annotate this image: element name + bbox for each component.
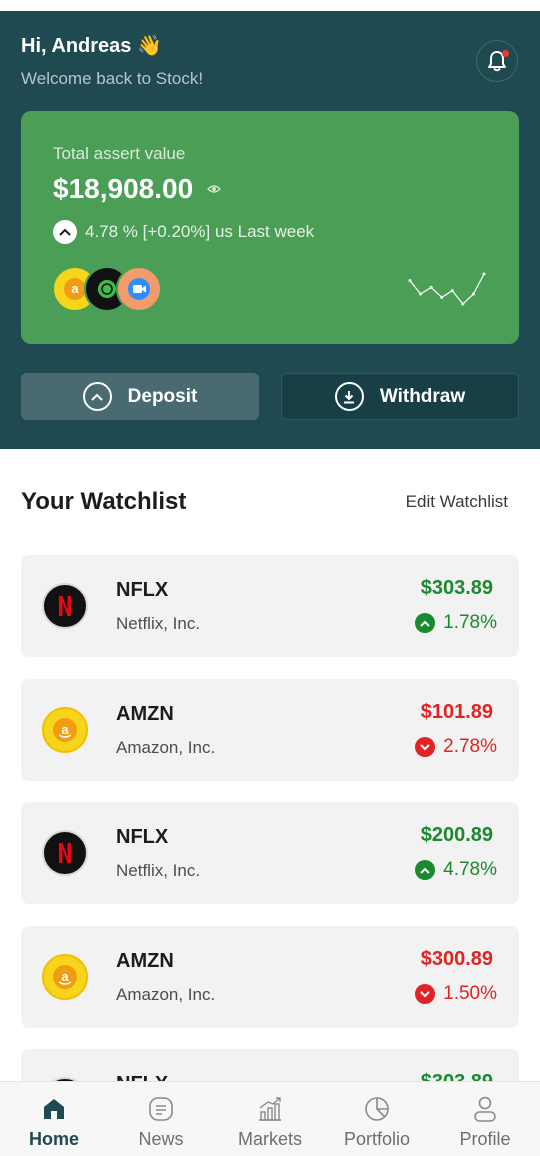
company-name: Amazon, Inc.	[116, 738, 216, 757]
sparkline-point	[471, 292, 475, 296]
company-name: Netflix, Inc.	[116, 861, 201, 880]
sparkline-point	[419, 292, 423, 296]
svg-text:a: a	[61, 969, 69, 984]
holdings-logos: a	[52, 266, 172, 314]
amazon-logo-icon: a	[42, 707, 88, 753]
stock-change: 4.78%	[415, 859, 497, 881]
chevron-up-icon	[415, 613, 436, 633]
profile-icon	[474, 1096, 496, 1122]
greeting-text: Hi, Andreas	[21, 35, 132, 57]
sparkline-point	[429, 285, 433, 289]
deposit-label: Deposit	[127, 385, 198, 407]
asset-value: $18,908.00	[53, 173, 194, 204]
wave-emoji: 👋	[137, 35, 163, 57]
asset-change: 4.78 % [+0.20%] us Last week	[53, 220, 314, 244]
stock-price: $303.89	[420, 577, 493, 599]
chevron-down-icon	[415, 984, 436, 1004]
withdraw-button[interactable]: Withdraw	[281, 373, 519, 420]
asset-change-text: 4.78 % [+0.20%] us Last week	[85, 222, 315, 241]
watchlist-row[interactable]: NFLX Netflix, Inc. $200.89 4.78%	[21, 802, 519, 904]
stock-price: $300.89	[420, 948, 493, 970]
svg-text:a: a	[71, 281, 79, 296]
notification-dot	[502, 50, 509, 57]
stock-price: $200.89	[420, 824, 493, 846]
portfolio-icon	[365, 1097, 389, 1121]
zoom-logo-icon	[116, 266, 162, 312]
home-icon	[44, 1099, 64, 1119]
edit-watchlist-link[interactable]: Edit Watchlist	[406, 492, 508, 512]
sparkline-point	[461, 302, 465, 306]
sparkline-point	[482, 272, 486, 276]
tab-news-label: News	[138, 1129, 184, 1149]
stock-price: $101.89	[420, 701, 493, 723]
stock-change-value: 1.78%	[443, 612, 497, 633]
sparkline-point	[440, 295, 444, 299]
sparkline-line	[409, 273, 485, 305]
amazon-logo-icon: a	[42, 954, 88, 1000]
watchlist-row[interactable]: a AMZN Amazon, Inc. $300.89 1.50%	[21, 926, 519, 1028]
deposit-button[interactable]: Deposit	[21, 373, 259, 420]
chevron-up-icon	[415, 860, 436, 880]
sparkline-chart	[408, 272, 486, 306]
stock-ticker: NFLX	[116, 579, 169, 601]
tab-profile-label: Profile	[459, 1129, 511, 1149]
status-strip	[0, 0, 540, 11]
deposit-icon	[82, 382, 112, 411]
header: Hi, Andreas 👋 Welcome back to Stock! Tota…	[0, 11, 540, 449]
tab-markets[interactable]: Markets	[220, 1094, 320, 1150]
svg-text:a: a	[61, 722, 69, 737]
netflix-logo-icon	[42, 830, 88, 876]
watchlist-row[interactable]: a AMZN Amazon, Inc. $101.89 2.78%	[21, 679, 519, 781]
sparkline-point	[450, 289, 454, 293]
tab-home[interactable]: Home	[4, 1094, 104, 1150]
news-icon	[149, 1097, 173, 1121]
stock-change: 1.78%	[415, 612, 497, 634]
asset-label: Total assert value	[53, 144, 186, 163]
notification-button[interactable]	[476, 40, 518, 82]
markets-icon	[259, 1097, 281, 1121]
eye-icon[interactable]	[207, 184, 221, 194]
tab-home-label: Home	[28, 1129, 79, 1149]
asset-card: Total assert value $18,908.00 4.78 % [+0…	[21, 111, 519, 344]
stock-change: 2.78%	[415, 736, 497, 758]
watchlist-row[interactable]: NFLX Netflix, Inc. $303.89 1.78%	[21, 555, 519, 657]
bottom-tab-bar: Home News Markets Portfolio Profile	[0, 1081, 540, 1156]
tab-portfolio-label: Portfolio	[343, 1129, 411, 1149]
netflix-logo-icon	[42, 583, 88, 629]
withdraw-label: Withdraw	[379, 385, 466, 407]
tab-portfolio[interactable]: Portfolio	[327, 1094, 427, 1150]
watchlist-title: Your Watchlist	[21, 488, 187, 515]
stock-ticker: AMZN	[116, 950, 174, 972]
chevron-down-icon	[415, 737, 436, 757]
withdraw-icon	[334, 382, 364, 411]
stock-change-value: 2.78%	[443, 736, 497, 757]
sparkline-point	[408, 279, 412, 283]
company-name: Netflix, Inc.	[116, 614, 201, 633]
stock-ticker: AMZN	[116, 703, 174, 725]
welcome-text: Welcome back to Stock!	[21, 69, 204, 88]
greeting: Hi, Andreas 👋	[21, 33, 162, 58]
tab-markets-label: Markets	[237, 1129, 302, 1149]
chevron-up-icon	[53, 220, 77, 244]
tab-profile[interactable]: Profile	[435, 1094, 535, 1150]
stock-change-value: 1.50%	[443, 983, 497, 1004]
stock-ticker: NFLX	[116, 826, 169, 848]
stock-change-value: 4.78%	[443, 859, 497, 880]
company-name: Amazon, Inc.	[116, 985, 216, 1004]
tab-news[interactable]: News	[111, 1094, 211, 1150]
stock-change: 1.50%	[415, 983, 497, 1005]
